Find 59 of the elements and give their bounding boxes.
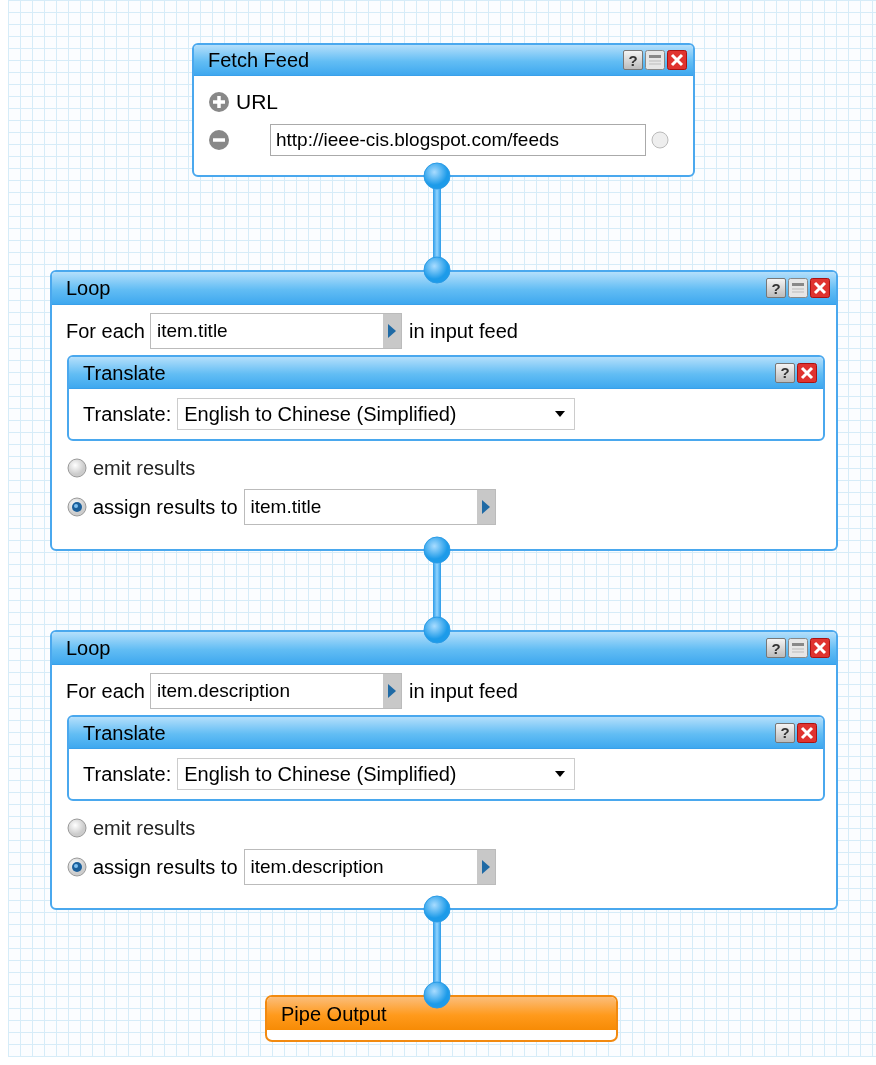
field-label: Translate: xyxy=(83,762,172,787)
terminal-icon[interactable] xyxy=(650,129,670,150)
connector-dot[interactable] xyxy=(423,536,451,564)
path-field[interactable]: item.description xyxy=(243,849,496,885)
help-button[interactable]: ? xyxy=(766,278,786,298)
module-header[interactable]: Pipe Output xyxy=(267,997,616,1030)
field-label: in input feed xyxy=(408,319,518,344)
close-icon[interactable] xyxy=(810,638,830,658)
module-header[interactable]: Loop ? xyxy=(52,272,836,305)
module-header[interactable]: Loop ? xyxy=(52,632,836,665)
option-label: assign results to xyxy=(93,495,238,520)
remove-icon[interactable] xyxy=(208,128,230,151)
field-label: in input feed xyxy=(408,679,518,704)
language-dropdown[interactable]: English to Chinese (Simplified) xyxy=(177,758,576,790)
radio-button[interactable] xyxy=(67,458,87,478)
connector-dot[interactable] xyxy=(423,256,451,284)
field-label: URL xyxy=(236,89,278,115)
connector-dot[interactable] xyxy=(423,616,451,644)
field-label: For each xyxy=(66,679,145,704)
module-title: Translate xyxy=(83,720,166,746)
close-icon[interactable] xyxy=(797,722,817,743)
url-field[interactable]: http://ieee-cis.blogspot.com/feeds xyxy=(270,123,646,156)
close-icon[interactable] xyxy=(797,362,817,383)
module-header[interactable]: Translate ? xyxy=(69,717,823,749)
close-icon[interactable] xyxy=(667,50,687,70)
help-button[interactable]: ? xyxy=(775,722,795,743)
language-dropdown[interactable]: English to Chinese (Simplified) xyxy=(177,398,576,430)
radio-button[interactable] xyxy=(67,497,87,517)
module-header[interactable]: Translate ? xyxy=(69,357,823,389)
arrow-right-icon xyxy=(480,499,491,515)
connector-dot[interactable] xyxy=(423,981,451,1009)
connector-dot[interactable] xyxy=(423,162,451,190)
path-field[interactable]: item.description xyxy=(149,673,402,709)
option-label: assign results to xyxy=(93,855,238,880)
arrow-right-icon xyxy=(386,323,397,339)
option-label: emit results xyxy=(93,816,196,841)
module-header[interactable]: Fetch Feed ? xyxy=(194,45,693,76)
module-title: Fetch Feed xyxy=(208,48,310,73)
close-icon[interactable] xyxy=(810,278,830,298)
help-button[interactable]: ? xyxy=(623,50,643,70)
radio-button[interactable] xyxy=(67,818,87,838)
module-title: Loop xyxy=(66,276,111,301)
field-label: For each xyxy=(66,319,145,344)
path-field[interactable]: item.title xyxy=(243,489,496,525)
field-label: Translate: xyxy=(83,402,172,427)
module-title: Translate xyxy=(83,360,166,386)
option-label: emit results xyxy=(93,456,196,481)
caret-down-icon xyxy=(554,770,567,778)
arrow-right-icon xyxy=(480,859,491,875)
module-title: Pipe Output xyxy=(281,1001,387,1027)
arrow-right-icon xyxy=(386,683,397,699)
help-button[interactable]: ? xyxy=(775,362,795,383)
path-field[interactable]: item.title xyxy=(149,313,402,349)
connector-dot[interactable] xyxy=(423,895,451,923)
radio-button[interactable] xyxy=(67,857,87,877)
add-icon[interactable] xyxy=(208,90,230,113)
module-title: Loop xyxy=(66,636,111,661)
caret-down-icon xyxy=(554,410,567,418)
help-button[interactable]: ? xyxy=(766,638,786,658)
